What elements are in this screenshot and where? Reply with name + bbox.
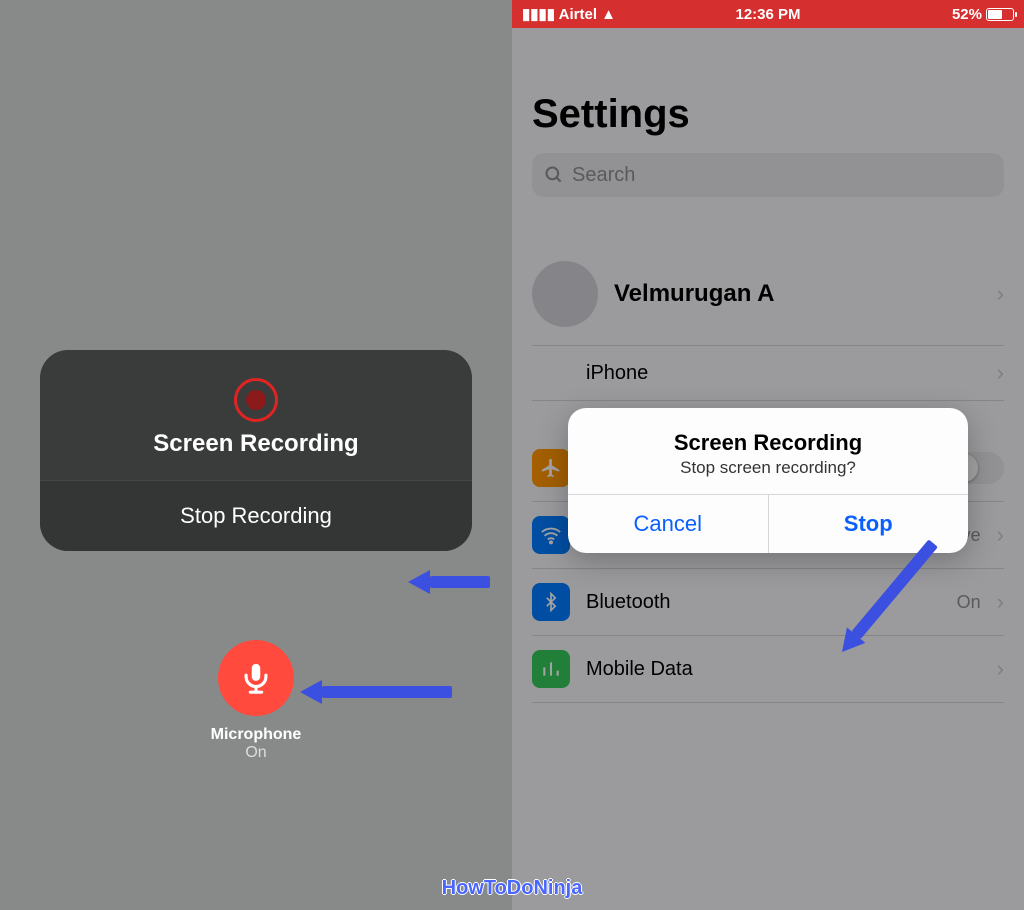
control-center-panel: Screen Recording Stop Recording Micropho…: [0, 0, 512, 910]
record-icon: [234, 378, 278, 422]
cancel-button[interactable]: Cancel: [568, 495, 768, 553]
settings-panel: ▮▮▮▮ Airtel ▲ 12:36 PM 52% Settings Sear…: [512, 0, 1024, 910]
status-carrier: ▮▮▮▮ Airtel ▲: [522, 5, 616, 23]
status-bar[interactable]: ▮▮▮▮ Airtel ▲ 12:36 PM 52%: [512, 0, 1024, 28]
battery-pct: 52%: [952, 6, 982, 23]
carrier-name: Airtel: [559, 6, 597, 23]
wifi-icon: ▲: [601, 6, 616, 23]
stop-button[interactable]: Stop: [768, 495, 969, 553]
microphone-label: Microphone: [0, 726, 512, 744]
alert-message: Stop screen recording?: [588, 458, 948, 478]
record-icon-dot: [246, 390, 266, 410]
stop-recording-button[interactable]: Stop Recording: [40, 480, 472, 551]
microphone-state: On: [0, 744, 512, 762]
battery-icon: [986, 8, 1014, 21]
annotation-arrow: [300, 680, 452, 704]
annotation-arrow: [408, 570, 490, 594]
status-time: 12:36 PM: [735, 6, 800, 23]
microphone-icon: [218, 640, 294, 716]
screen-recording-title: Screen Recording: [60, 430, 452, 458]
screen-recording-header: Screen Recording: [40, 350, 472, 480]
status-right: 52%: [952, 6, 1014, 23]
alert-title: Screen Recording: [588, 430, 948, 456]
watermark-text: HowToDoNinja: [442, 877, 583, 900]
screen-recording-card: Screen Recording Stop Recording: [40, 350, 472, 551]
signal-icon: ▮▮▮▮: [522, 6, 555, 23]
stop-recording-alert: Screen Recording Stop screen recording? …: [568, 408, 968, 553]
